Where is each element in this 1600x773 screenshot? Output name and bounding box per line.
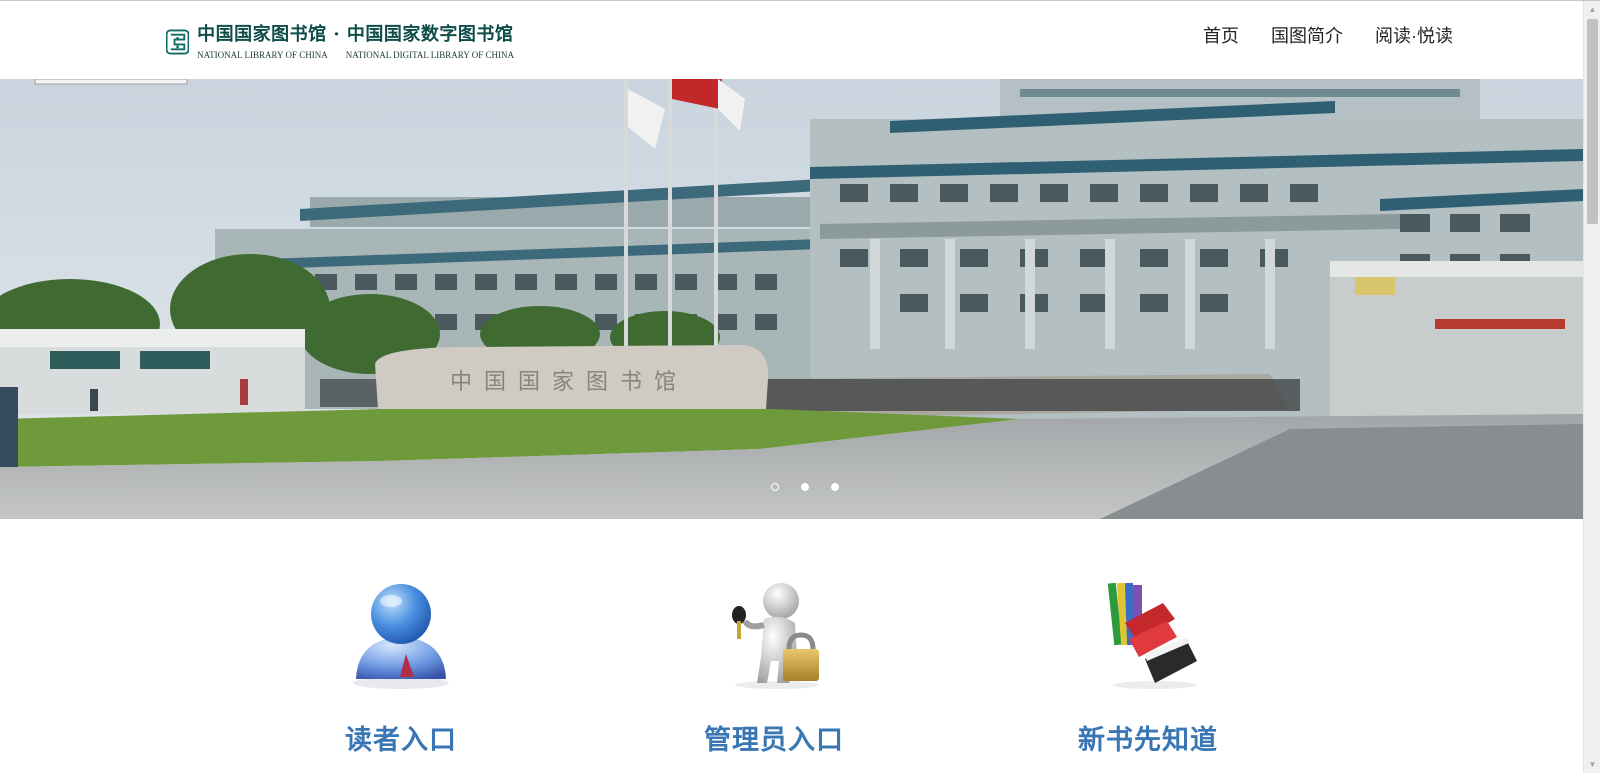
page-scrollbar[interactable]: ▲ ▼: [1583, 1, 1600, 773]
admin-entry-label: 管理员入口: [704, 725, 844, 755]
nav-home[interactable]: 首页: [1203, 25, 1239, 47]
hero-carousel[interactable]: 中国国家图书馆: [0, 79, 1583, 519]
main-nav: 首页 国图简介 阅读·悦读: [1203, 25, 1453, 47]
reader-entry[interactable]: 读者入口: [281, 579, 521, 757]
library-building-photo: 中国国家图书馆: [0, 79, 1583, 519]
logo-english-right: NATIONAL DIGITAL LIBRARY OF CHINA: [345, 49, 514, 60]
scroll-up-arrow-icon[interactable]: ▲: [1584, 1, 1600, 18]
reader-entry-label: 读者入口: [345, 725, 457, 755]
stone-inscription: 中国国家图书馆: [450, 370, 688, 395]
books-icon: [1107, 582, 1197, 689]
new-books-entry[interactable]: 新书先知道: [1028, 579, 1268, 757]
carousel-dot-3[interactable]: [831, 483, 839, 491]
scroll-down-arrow-icon[interactable]: ▼: [1584, 756, 1600, 773]
site-header: 中国国家图书馆 · 中国国家数字图书馆 NATIONAL LIBRARY OF …: [0, 1, 1583, 79]
admin-lock-icon: [732, 583, 819, 689]
library-logo-icon: [166, 29, 190, 55]
nav-about[interactable]: 国图简介: [1271, 25, 1343, 47]
site-logo[interactable]: 中国国家图书馆 · 中国国家数字图书馆 NATIONAL LIBRARY OF …: [166, 20, 514, 64]
logo-chinese-title: 中国国家图书馆 · 中国国家数字图书馆: [197, 23, 514, 45]
logo-english-left: NATIONAL LIBRARY OF CHINA: [197, 49, 328, 60]
entry-section: 读者入口 管理员入口 新书先知道: [0, 519, 1583, 773]
new-books-entry-label: 新书先知道: [1078, 725, 1218, 755]
scroll-thumb[interactable]: [1587, 19, 1598, 224]
carousel-dot-1[interactable]: [771, 483, 779, 491]
carousel-dot-2[interactable]: [801, 483, 809, 491]
carousel-indicators: [771, 483, 839, 491]
nav-reading[interactable]: 阅读·悦读: [1375, 25, 1453, 47]
user-icon: [353, 584, 449, 689]
admin-entry[interactable]: 管理员入口: [654, 579, 894, 757]
